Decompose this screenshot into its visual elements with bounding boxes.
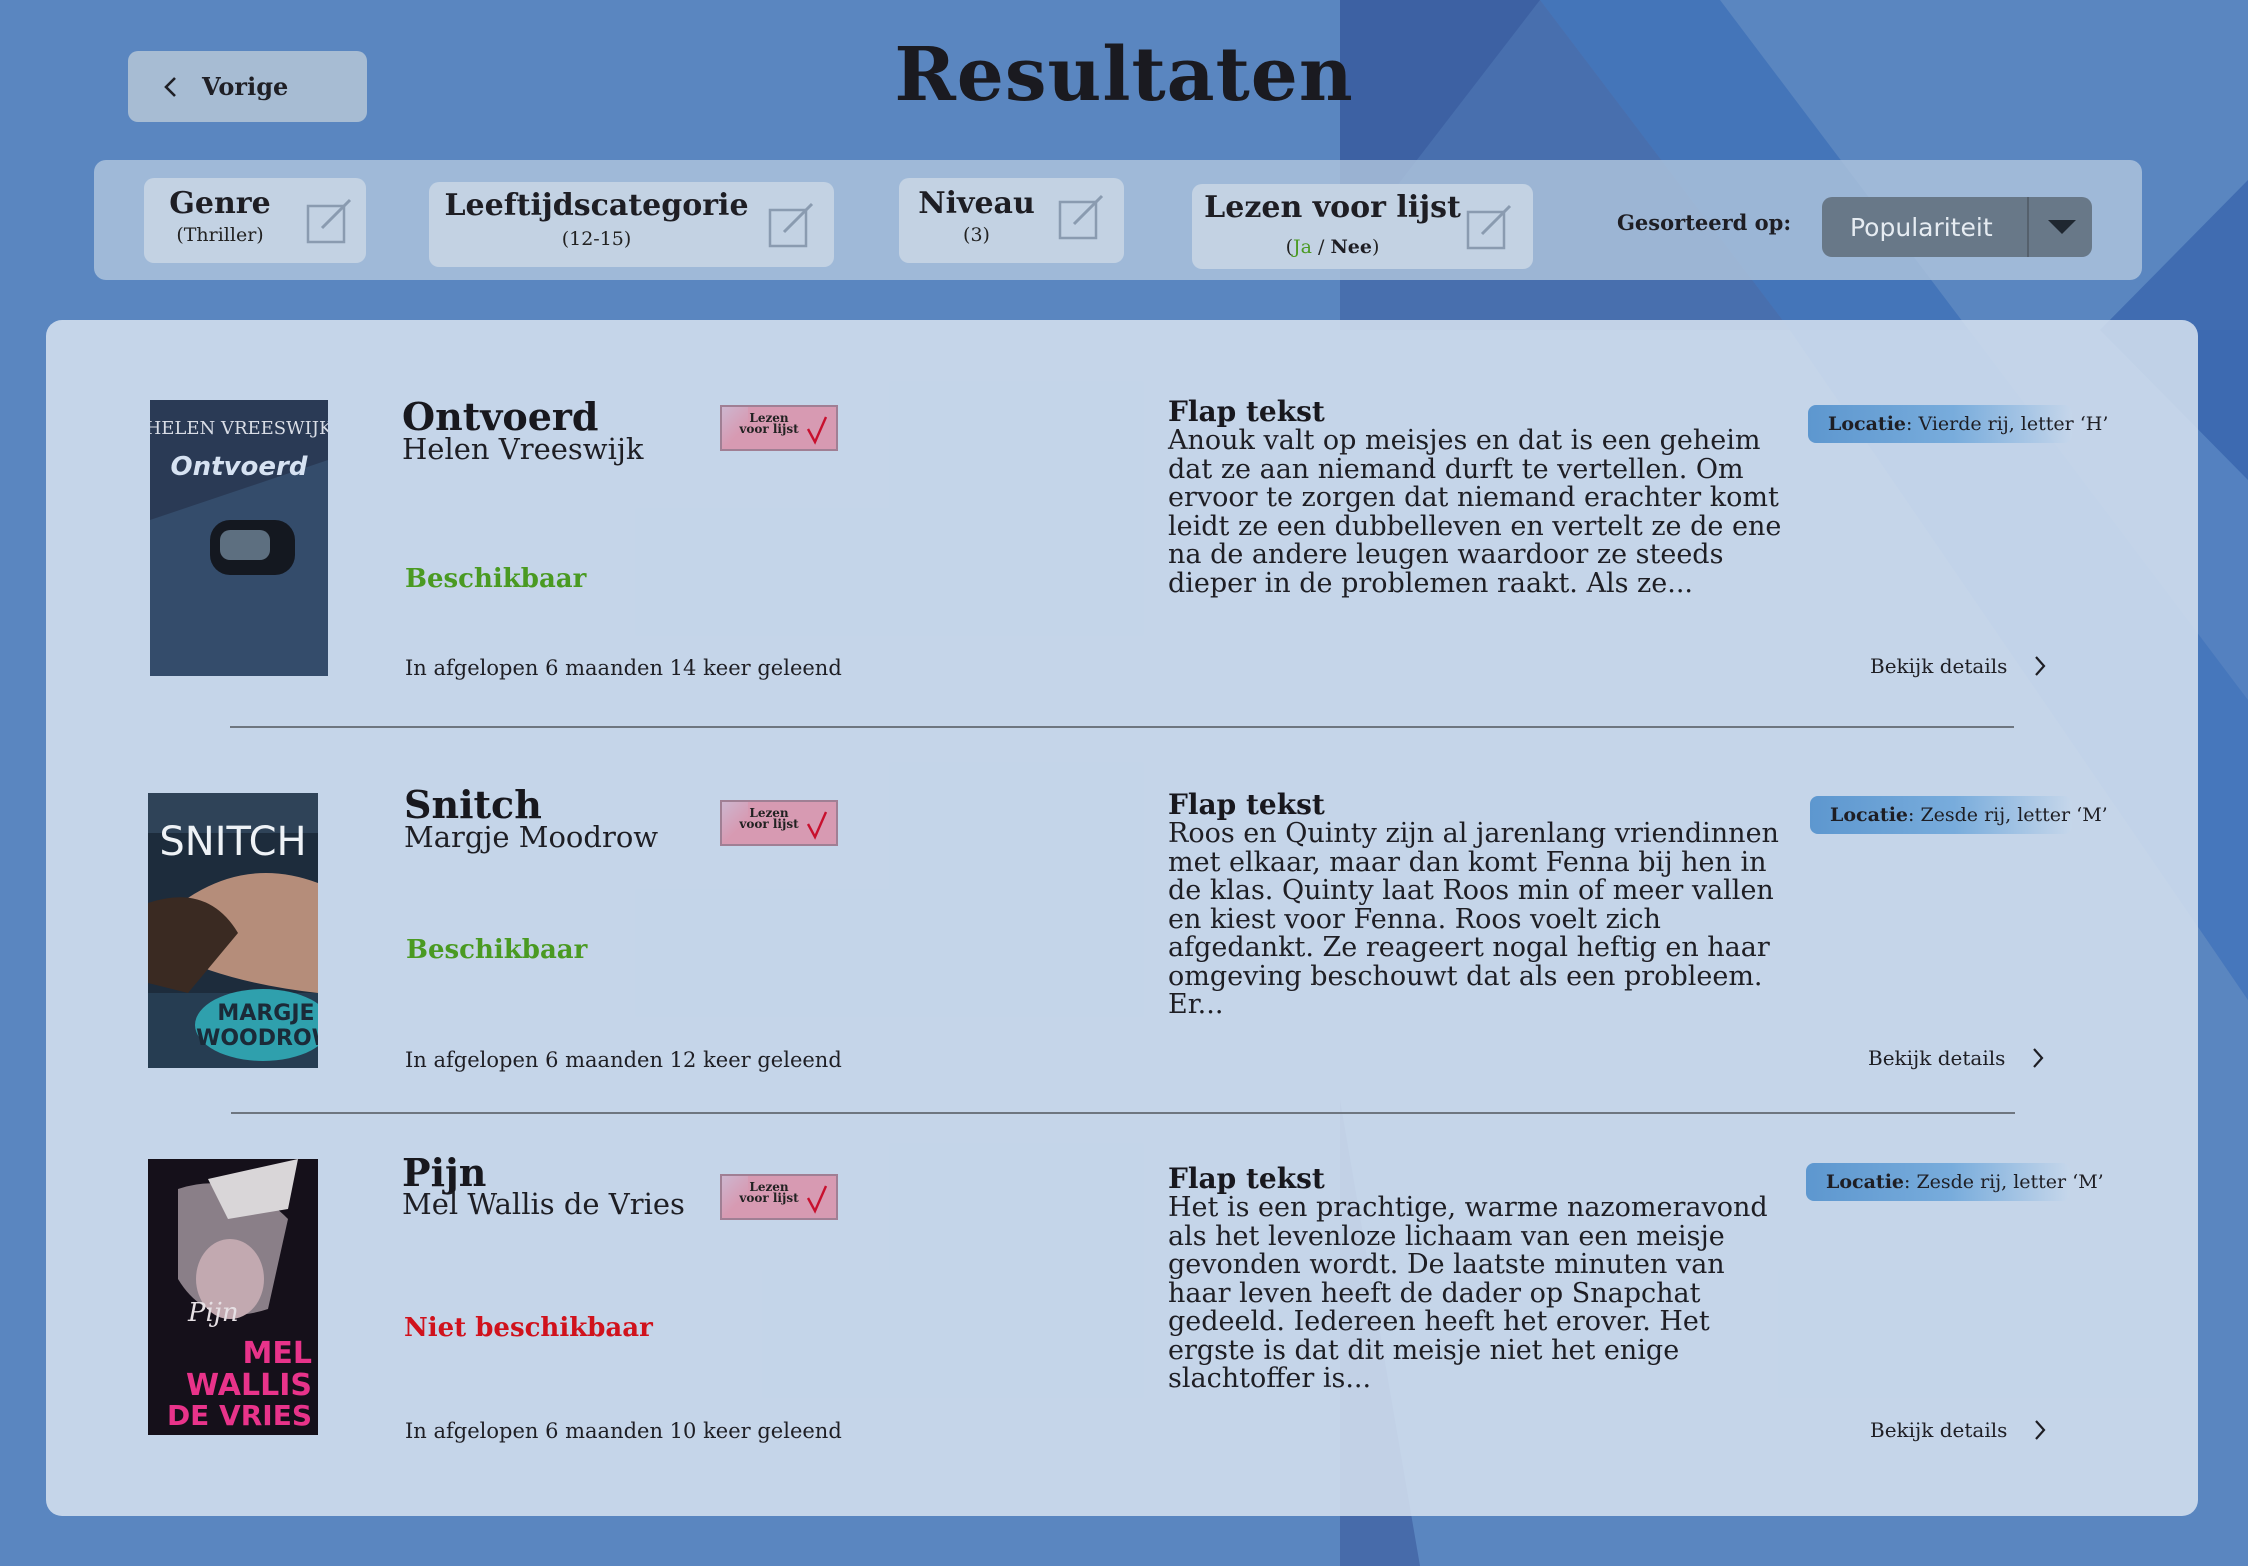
flap-text: Roos en Quinty zijn al jarenlang vriendi… [1168,818,1779,1020]
filter-genre[interactable]: Genre (Thriller) [144,178,366,263]
checkmark-icon [806,1185,828,1214]
reading-list-badge-label: Lezen voor lijst [739,411,799,436]
flap-heading: Flap tekst [1168,1162,1325,1195]
triangle-down-icon[interactable] [2044,217,2080,237]
availability-status: Beschikbaar [405,564,587,594]
filter-genre-value: (Thriller) [176,224,264,246]
view-details-link[interactable]: Bekijk details [1870,1418,2047,1442]
cover-author-line2: WOODROW [196,1026,318,1051]
availability-status: Niet beschikbaar [404,1313,653,1343]
sort-label: Gesorteerd op: [1617,210,1792,235]
result-separator [231,1112,2015,1114]
checkmark-icon [806,416,828,445]
filter-reading-list-value: (Ja / Nee) [1285,236,1380,258]
filter-level-title: Niveau [918,186,1035,221]
view-details-link[interactable]: Bekijk details [1870,654,2047,678]
filter-level-value: (3) [963,224,990,246]
book-author: Mel Wallis de Vries [402,1187,685,1221]
filter-age-category[interactable]: Leeftijdscategorie (12-15) [429,182,834,267]
filter-option-yes[interactable]: Ja [1293,236,1312,258]
flap-heading: Flap tekst [1168,395,1325,428]
checkmark-icon [806,811,828,840]
cover-title-text: SNITCH [159,819,306,865]
cover-title-text: Ontvoerd [171,452,308,482]
flap-text: Anouk valt op meisjes en dat is een gehe… [1168,425,1782,599]
page-title: Resultaten [894,32,1354,118]
edit-icon[interactable] [304,196,354,246]
availability-status: Beschikbaar [406,935,588,965]
book-author: Margje Moodrow [404,820,659,854]
location-badge: Locatie: Vierde rij, letter ‘H’ [1808,405,2108,443]
chevron-right-icon [2035,656,2046,676]
location-value: : Vierde rij, letter ‘H’ [1906,413,2109,435]
reading-list-badge: Lezen voor lijst [720,800,838,846]
location-label: Locatie [1830,804,1908,826]
result-separator [230,726,2014,728]
chevron-right-icon [2033,1048,2044,1068]
cover-author-line2: WALLIS [186,1368,312,1403]
location-badge: Locatie: Zesde rij, letter ‘M’ [1806,1163,2104,1201]
filter-level[interactable]: Niveau (3) [899,178,1124,263]
results-panel [46,320,2198,1516]
borrow-count: In afgelopen 6 maanden 10 keer geleend [405,1419,842,1443]
cover-author-text: HELEN VREESWIJK [150,418,328,439]
edit-icon[interactable] [766,200,816,250]
filter-genre-title: Genre [169,186,271,221]
cover-author-line3: DE VRIES [167,1399,312,1432]
sort-dropdown[interactable]: Populariteit [1822,197,2092,257]
book-cover-ontvoerd[interactable]: HELEN VREESWIJK Ontvoerd [150,400,328,676]
reading-list-badge: Lezen voor lijst [720,405,838,451]
borrow-count: In afgelopen 6 maanden 14 keer geleend [405,656,842,680]
book-cover-snitch[interactable]: SNITCH MARGJE WOODROW [148,793,318,1068]
cover-author-line1: MEL [243,1336,312,1371]
view-details-label: Bekijk details [1868,1046,2006,1070]
location-value: : Zesde rij, letter ‘M’ [1904,1171,2104,1193]
location-label: Locatie [1828,413,1906,435]
filter-age-title: Leeftijdscategorie [444,188,749,223]
location-badge: Locatie: Zesde rij, letter ‘M’ [1810,796,2108,834]
cover-title-text: Pijn [187,1298,239,1328]
book-cover-pijn[interactable]: Pijn MEL WALLIS DE VRIES [148,1159,318,1435]
edit-icon[interactable] [1056,192,1106,242]
view-details-label: Bekijk details [1870,1418,2008,1442]
flap-heading: Flap tekst [1168,788,1325,821]
view-details-link[interactable]: Bekijk details [1868,1046,2045,1070]
filter-option-no[interactable]: Nee [1330,236,1372,258]
reading-list-badge-label: Lezen voor lijst [739,806,799,831]
book-author: Helen Vreeswijk [402,432,644,466]
filter-reading-list[interactable]: Lezen voor lijst (Ja / Nee) [1192,184,1533,269]
location-label: Locatie [1826,1171,1904,1193]
cover-author-line1: MARGJE [217,1001,314,1026]
location-value: : Zesde rij, letter ‘M’ [1908,804,2108,826]
reading-list-badge-label: Lezen voor lijst [739,1180,799,1205]
filter-reading-list-title: Lezen voor lijst [1204,190,1461,225]
reading-list-badge: Lezen voor lijst [720,1174,838,1220]
chevron-right-icon [2035,1420,2046,1440]
borrow-count: In afgelopen 6 maanden 12 keer geleend [405,1048,842,1072]
view-details-label: Bekijk details [1870,654,2008,678]
edit-icon[interactable] [1464,202,1514,252]
results-page: Vorige Resultaten Genre (Thriller) Leeft… [0,0,2248,1566]
flap-text: Het is een prachtige, warme nazomeravond… [1168,1192,1768,1394]
sort-selected-value: Populariteit [1850,213,1993,242]
filter-age-value: (12-15) [561,228,632,250]
sort-divider [2027,197,2029,257]
